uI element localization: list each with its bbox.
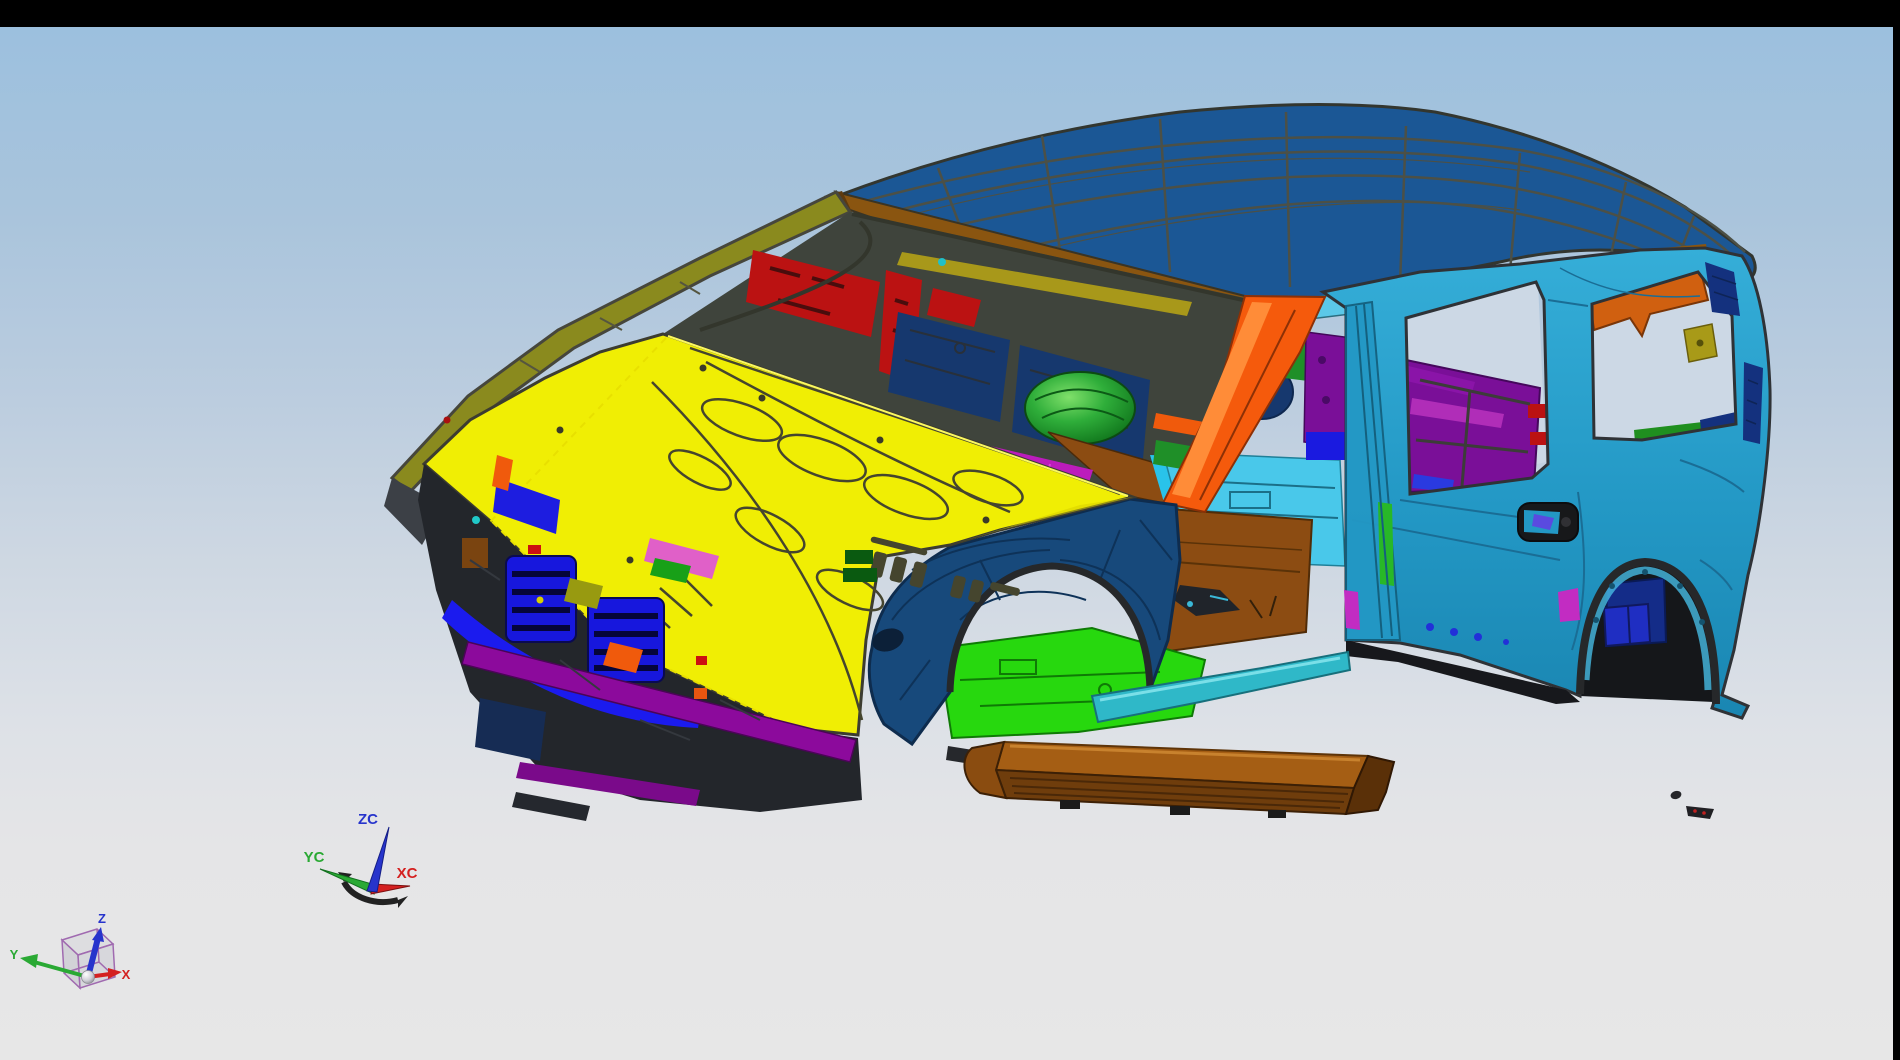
debris-parts[interactable] (1670, 790, 1714, 819)
door-handle-recess[interactable] (1518, 503, 1578, 541)
datum-label-z: Z (98, 911, 106, 926)
debris-dot[interactable] (1670, 790, 1683, 801)
trim-dot2 (1322, 396, 1330, 404)
car-body-model[interactable] (384, 105, 1770, 822)
b-pillar-magenta-strip (1344, 590, 1360, 630)
wcs-handle-arrow2 (398, 896, 408, 908)
datum-label-x: X (122, 967, 131, 982)
wcs-label-yc: YC (304, 849, 325, 866)
cad-viewport[interactable]: ZC YC XC Z (0, 0, 1900, 1060)
wcs-label-xc: XC (397, 865, 418, 882)
right-letterbox-bar (1893, 0, 1900, 1060)
rocker-step-assembly[interactable] (946, 742, 1394, 818)
olive-tab-hole (1697, 340, 1704, 347)
magenta-arch-sliver (1558, 588, 1580, 622)
trim-dot1 (1318, 356, 1326, 364)
datum-label-y: Y (10, 947, 19, 962)
datum-csys[interactable]: Z Y X (10, 911, 131, 988)
debris-red2 (1702, 811, 1706, 815)
wcs-axis-zc[interactable] (367, 827, 389, 892)
wcs-label-zc: ZC (358, 811, 378, 828)
wheelhouse-box[interactable] (1604, 604, 1650, 646)
cowl-dot (938, 258, 946, 266)
top-letterbox-bar (0, 0, 1900, 27)
debris-red1 (1693, 809, 1697, 813)
datum-origin-sphere[interactable] (82, 971, 95, 984)
wcs-triad[interactable]: ZC YC XC (304, 811, 418, 908)
interior-blue-rect[interactable] (1306, 432, 1346, 460)
model-canvas[interactable]: ZC YC XC Z (0, 0, 1900, 1060)
debris-bar[interactable] (1686, 806, 1714, 819)
